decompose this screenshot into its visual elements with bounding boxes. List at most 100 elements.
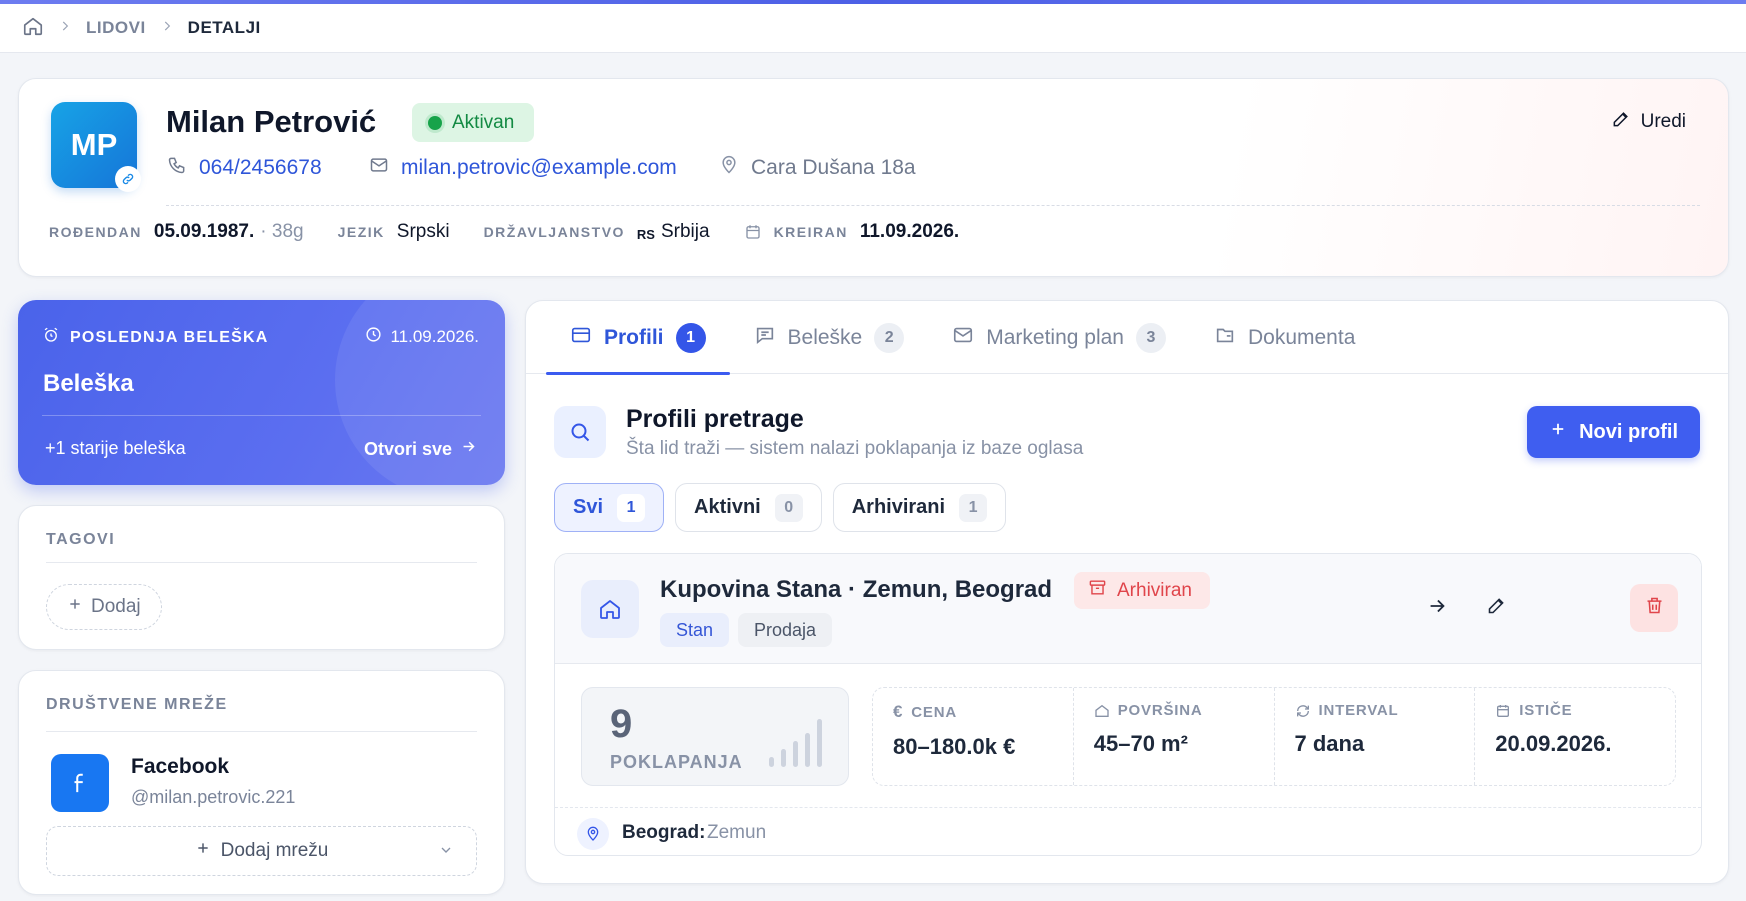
created-field: KREIRAN 11.09.2026.	[744, 221, 959, 243]
stat-label: ISTIČE	[1519, 702, 1573, 719]
edit-label: Uredi	[1640, 111, 1686, 132]
language-value: Srpski	[396, 221, 450, 242]
filter-all[interactable]: Svi 1	[554, 483, 665, 532]
tab-marketing-plan[interactable]: Marketing plan 3	[928, 301, 1190, 374]
stat-value: 80–180.0k €	[893, 734, 1016, 759]
latest-note-card[interactable]: POSLEDNJA BELEŠKA 11.09.2026. Beleška +1…	[18, 300, 505, 485]
lead-header-card: MP Milan Petrović Aktivan 064/2456678 mi…	[18, 78, 1729, 277]
facebook-icon[interactable]	[51, 754, 109, 812]
stat-value: 20.09.2026.	[1495, 731, 1612, 756]
older-notes-count: +1 starije beleška	[45, 438, 186, 458]
filter-active[interactable]: Aktivni 0	[675, 483, 822, 532]
edit-button[interactable]: Uredi	[1611, 109, 1686, 135]
delete-profile-button[interactable]	[1630, 584, 1678, 632]
stat-label: INTERVAL	[1318, 702, 1399, 719]
filter-label: Svi	[573, 496, 604, 518]
country-code: RS	[636, 226, 655, 242]
social-networks-card: DRUŠTVENE MREŽE Facebook @milan.petrovic…	[18, 670, 505, 895]
calendar-icon	[744, 223, 762, 241]
add-network-label: Dodaj mrežu	[220, 840, 329, 861]
note-title: POSLEDNJA BELEŠKA	[70, 328, 269, 346]
stat-label: POVRŠINA	[1117, 702, 1203, 719]
mail-icon	[952, 324, 974, 352]
pencil-icon	[1486, 595, 1507, 621]
folder-icon	[1214, 324, 1236, 352]
archived-label: Arhiviran	[1117, 579, 1192, 601]
address-text: Cara Dušana 18a	[751, 156, 916, 179]
lead-meta-row: ROĐENDAN 05.09.1987. · 38g JEZIK Srpski …	[49, 221, 993, 243]
note-date: 11.09.2026.	[365, 326, 479, 348]
mail-icon	[369, 155, 389, 181]
filter-count: 1	[617, 493, 646, 522]
add-tag-button[interactable]: Dodaj	[46, 584, 162, 630]
lead-name: Milan Petrović	[166, 104, 377, 139]
plus-icon	[67, 596, 83, 618]
alarm-icon	[42, 326, 60, 349]
refresh-icon	[1295, 703, 1311, 719]
breadcrumb-link-leads[interactable]: LIDOVI	[86, 18, 146, 38]
section-title: Profili pretrage	[626, 405, 804, 433]
plus-icon	[1549, 420, 1567, 444]
stat-value: 7 dana	[1294, 731, 1365, 756]
avatar[interactable]: MP	[51, 102, 141, 192]
stat-interval: INTERVAL 7 dana	[1275, 688, 1476, 785]
matches-box[interactable]: 9 POKLAPANJA	[581, 687, 849, 786]
location-city: Beograd:	[622, 822, 706, 843]
archived-badge: Arhiviran	[1074, 572, 1210, 609]
calendar-icon	[1495, 703, 1511, 719]
matches-count: 9	[610, 702, 633, 746]
location-pin-icon	[577, 818, 609, 850]
filter-archived[interactable]: Arhivirani 1	[832, 483, 1007, 532]
status-dot-icon	[428, 115, 442, 130]
edit-profile-button[interactable]	[1472, 584, 1520, 632]
location-row: Beograd: Zemun	[555, 807, 1701, 855]
new-profile-button[interactable]: Novi profil	[1527, 406, 1700, 458]
birthday-value: 05.09.1987.	[153, 221, 255, 242]
address: Cara Dušana 18a	[719, 155, 916, 181]
birthday-label: ROĐENDAN	[49, 224, 142, 240]
tab-profiles[interactable]: Profili 1	[546, 301, 730, 375]
profile-title[interactable]: Kupovina Stana · Zemun, Beograd	[660, 576, 1052, 604]
add-tag-label: Dodaj	[91, 596, 141, 617]
language-label: JEZIK	[337, 224, 385, 240]
citizenship-label: DRŽAVLJANSTVO	[483, 224, 625, 240]
social-network-name[interactable]: Facebook	[131, 755, 229, 779]
citizenship-value: Srbija	[660, 221, 710, 242]
tab-bar: Profili 1 Beleške 2 Marketing plan 3 Dok…	[526, 301, 1728, 375]
home-icon[interactable]	[22, 15, 44, 42]
section-subtitle: Šta lid traži — sistem nalazi poklapanja…	[626, 438, 1084, 459]
clock-icon	[365, 326, 382, 348]
location-area: Zemun	[707, 822, 767, 843]
email-link[interactable]: milan.petrovic@example.com	[369, 155, 677, 181]
open-all-link[interactable]: Otvori sve	[364, 438, 477, 460]
add-network-button[interactable]: Dodaj mrežu	[46, 826, 477, 876]
citizenship-field: DRŽAVLJANSTVO RS Srbija	[484, 221, 710, 243]
breadcrumb: LIDOVI DETALJI	[0, 4, 1746, 53]
card-icon	[570, 324, 592, 352]
filter-count: 1	[959, 493, 988, 522]
status-label: Aktivan	[452, 111, 515, 133]
main-content-card: Profili 1 Beleške 2 Marketing plan 3 Dok…	[525, 300, 1729, 884]
status-badge: Aktivan	[412, 103, 535, 142]
search-profile-card: Kupovina Stana · Zemun, Beograd Arhivira…	[554, 553, 1702, 856]
email-address: milan.petrovic@example.com	[401, 156, 677, 179]
pencil-icon	[1611, 109, 1631, 135]
tags-title: TAGOVI	[46, 531, 116, 548]
open-profile-button[interactable]	[1413, 584, 1461, 632]
filter-label: Aktivni	[694, 496, 761, 518]
tab-label: Beleške	[787, 325, 863, 349]
created-label: KREIRAN	[773, 224, 848, 240]
profile-stats: € CENA 80–180.0k € POVRŠINA 45–70 m² INT…	[872, 687, 1676, 786]
profile-header: Kupovina Stana · Zemun, Beograd Arhivira…	[555, 554, 1701, 664]
stat-label: CENA	[911, 703, 957, 721]
trash-icon	[1644, 595, 1665, 621]
tab-count-badge: 3	[1135, 322, 1166, 353]
avatar-initials: MP	[70, 127, 118, 162]
phone-link[interactable]: 064/2456678	[167, 155, 322, 181]
link-icon[interactable]	[115, 166, 141, 192]
age-value: · 38g	[260, 221, 304, 242]
filter-count: 0	[774, 493, 803, 522]
tab-documents[interactable]: Dokumenta	[1190, 301, 1379, 374]
tags-card: TAGOVI Dodaj	[18, 505, 505, 650]
tab-notes[interactable]: Beleške 2	[730, 301, 929, 374]
